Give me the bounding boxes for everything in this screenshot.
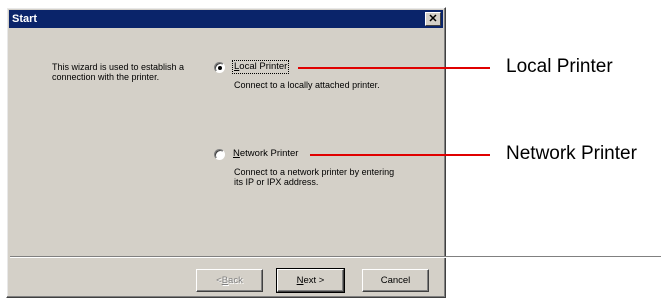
close-button[interactable]: ✕ — [425, 12, 441, 26]
cancel-button[interactable]: Cancel — [362, 269, 429, 292]
local-printer-callout: Local Printer — [506, 56, 613, 77]
back-button[interactable]: < Back — [196, 269, 263, 292]
network-printer-callout-line — [310, 154, 490, 156]
local-printer-label[interactable]: Local Printer — [231, 60, 290, 74]
network-printer-radio[interactable] — [214, 148, 225, 160]
local-printer-radio[interactable] — [214, 61, 225, 73]
network-printer-label[interactable]: Network Printer — [233, 148, 298, 160]
network-printer-option[interactable]: Network Printer — [214, 148, 298, 160]
dialog-title: Start — [12, 13, 38, 25]
network-printer-description: Connect to a network printer by entering… — [234, 167, 395, 187]
local-printer-description: Connect to a locally attached printer. — [234, 80, 380, 90]
network-printer-callout: Network Printer — [506, 143, 637, 164]
title-bar[interactable]: Start ✕ — [9, 10, 443, 28]
separator-line — [10, 256, 661, 258]
next-button[interactable]: Next > — [276, 268, 345, 293]
local-printer-callout-line — [298, 67, 490, 69]
local-printer-option[interactable]: Local Printer — [214, 60, 290, 74]
close-icon: ✕ — [428, 12, 438, 25]
wizard-description: This wizard is used to establish a conne… — [52, 62, 185, 82]
